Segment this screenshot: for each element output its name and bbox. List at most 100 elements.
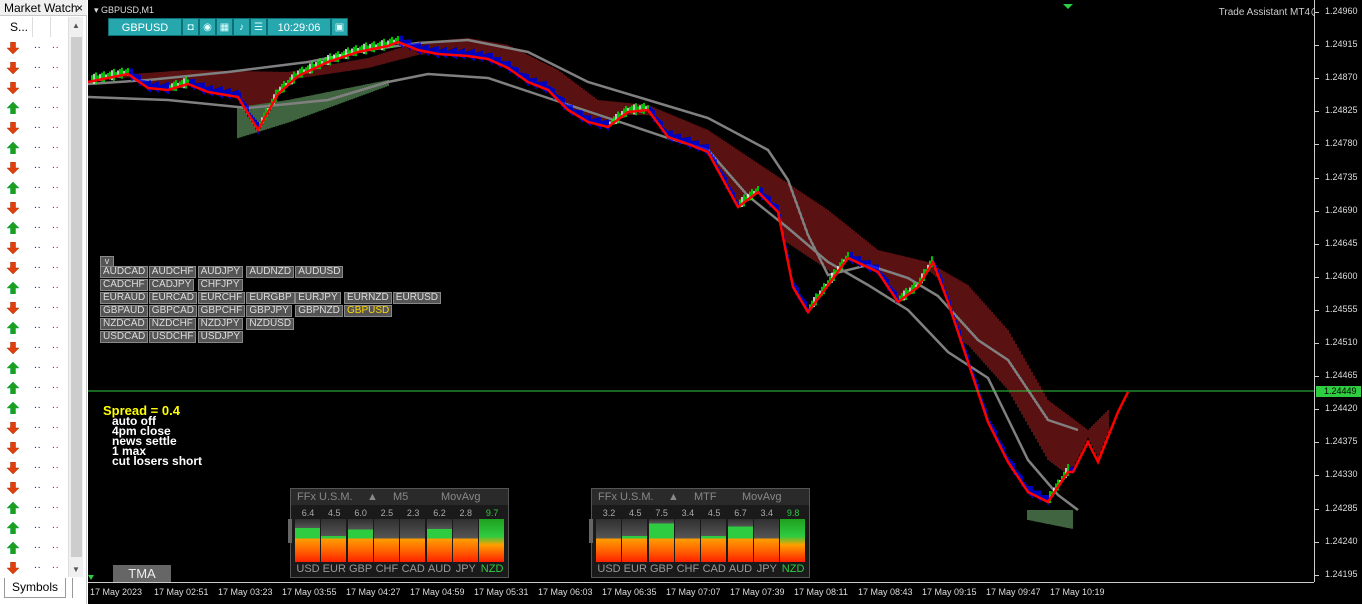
time-label: 17 May 03:23 bbox=[218, 587, 273, 597]
panel-grip[interactable] bbox=[288, 519, 292, 543]
arrow-up-icon bbox=[7, 502, 19, 514]
market-watch-row[interactable]: .... bbox=[0, 38, 68, 58]
market-watch-row[interactable]: .... bbox=[0, 258, 68, 278]
list-icon[interactable]: ☰ bbox=[250, 18, 267, 36]
bell-icon[interactable]: ♪ bbox=[233, 18, 250, 36]
pair-button-cadchf[interactable]: CADCHF bbox=[100, 279, 148, 291]
market-watch-row[interactable]: .... bbox=[0, 298, 68, 318]
strength-bar bbox=[347, 519, 373, 562]
market-watch-row[interactable]: .... bbox=[0, 318, 68, 338]
pair-button-eurjpy[interactable]: EURJPY bbox=[295, 292, 341, 304]
market-watch-row[interactable]: .... bbox=[0, 378, 68, 398]
pair-button-gbpcad[interactable]: GBPCAD bbox=[148, 305, 198, 317]
strength-value: 3.2 bbox=[602, 508, 616, 518]
strength-value: 3.4 bbox=[681, 508, 695, 518]
bid-value: .. bbox=[34, 100, 42, 111]
pair-button-usdjpy[interactable]: USDJPY bbox=[197, 331, 244, 343]
market-watch-row[interactable]: .... bbox=[0, 398, 68, 418]
market-watch-header[interactable]: S... bbox=[0, 17, 68, 37]
time-label: 17 May 04:59 bbox=[410, 587, 465, 597]
pair-button-gbpusd[interactable]: GBPUSD bbox=[344, 305, 393, 317]
camera-icon[interactable]: ◘ bbox=[182, 18, 199, 36]
market-watch-row[interactable]: .... bbox=[0, 278, 68, 298]
scroll-down-icon[interactable]: ▼ bbox=[72, 565, 80, 574]
vertical-scrollbar[interactable]: ▲ ▼ bbox=[68, 17, 83, 577]
pair-button-nzdusd[interactable]: NZDUSD bbox=[246, 318, 295, 330]
market-watch-row[interactable]: .... bbox=[0, 118, 68, 138]
pair-button-chfjpy[interactable]: CHFJPY bbox=[197, 279, 243, 291]
pair-button-cadjpy[interactable]: CADJPY bbox=[148, 279, 195, 291]
pair-button-eurusd[interactable]: EURUSD bbox=[392, 292, 442, 304]
market-watch-row[interactable]: .... bbox=[0, 418, 68, 438]
tab-symbols[interactable]: Symbols bbox=[4, 578, 66, 598]
chart-window[interactable]: ▾ GBPUSD,M1 GBPUSD ◘ ◉ ▦ ♪ ☰ 10:29:06 ▣ … bbox=[88, 0, 1362, 604]
market-watch-row[interactable]: .... bbox=[0, 518, 68, 538]
calendar-icon[interactable]: ▦ bbox=[216, 18, 233, 36]
pair-button-audchf[interactable]: AUDCHF bbox=[148, 266, 197, 278]
pair-button-gbpchf[interactable]: GBPCHF bbox=[197, 305, 246, 317]
price-tick bbox=[1315, 475, 1319, 477]
market-watch-row[interactable]: .... bbox=[0, 78, 68, 98]
ask-value: .. bbox=[52, 460, 60, 471]
panel-header-cell: MovAvg bbox=[441, 491, 481, 503]
price-axis[interactable]: 1.24449 1.24960 1.24915 1.24870 1.24825 1.24… bbox=[1314, 0, 1362, 582]
bid-value: .. bbox=[34, 360, 42, 371]
pair-button-nzdchf[interactable]: NZDCHF bbox=[148, 318, 196, 330]
pair-button-audusd[interactable]: AUDUSD bbox=[295, 266, 344, 278]
market-watch-row[interactable]: .... bbox=[0, 138, 68, 158]
market-watch-row[interactable]: .... bbox=[0, 498, 68, 518]
pair-button-usdcad[interactable]: USDCAD bbox=[100, 331, 149, 343]
eye-icon[interactable]: ◉ bbox=[199, 18, 216, 36]
arrow-down-icon bbox=[7, 242, 19, 254]
market-watch-panel: Market Watch × S... ....................… bbox=[0, 0, 87, 604]
market-watch-row[interactable]: .... bbox=[0, 238, 68, 258]
pair-button-audjpy[interactable]: AUDJPY bbox=[197, 266, 244, 278]
market-watch-row[interactable]: .... bbox=[0, 478, 68, 498]
pair-button-eurchf[interactable]: EURCHF bbox=[197, 292, 246, 304]
market-watch-row[interactable]: .... bbox=[0, 218, 68, 238]
arrow-up-icon bbox=[7, 542, 19, 554]
scroll-up-icon[interactable]: ▲ bbox=[72, 21, 80, 30]
pair-button-usdchf[interactable]: USDCHF bbox=[148, 331, 197, 343]
pair-button-gbpnzd[interactable]: GBPNZD bbox=[295, 305, 343, 317]
pair-button-eurcad[interactable]: EURCAD bbox=[148, 292, 198, 304]
market-watch-row[interactable]: .... bbox=[0, 458, 68, 478]
pair-button-eurnzd[interactable]: EURNZD bbox=[344, 292, 392, 304]
market-watch-row[interactable]: .... bbox=[0, 338, 68, 358]
arrow-down-icon bbox=[7, 302, 19, 314]
time-axis[interactable]: 17 May 2023 17 May 02:51 17 May 03:23 17 Ma… bbox=[88, 582, 1314, 604]
market-watch-title[interactable]: Market Watch × bbox=[0, 0, 87, 16]
scrollbar-thumb[interactable] bbox=[71, 37, 82, 557]
market-watch-row[interactable]: .... bbox=[0, 98, 68, 118]
window-icon[interactable]: ▣ bbox=[331, 18, 348, 36]
pair-button-audcad[interactable]: AUDCAD bbox=[100, 266, 149, 278]
pair-button-audnzd[interactable]: AUDNZD bbox=[246, 266, 295, 278]
market-watch-row[interactable]: .... bbox=[0, 158, 68, 178]
panel-grip[interactable] bbox=[589, 519, 593, 543]
pair-button-euraud[interactable]: EURAUD bbox=[100, 292, 149, 304]
pair-button-gbpaud[interactable]: GBPAUD bbox=[100, 305, 148, 317]
price-tick bbox=[1315, 177, 1319, 179]
market-watch-row[interactable]: .... bbox=[0, 178, 68, 198]
column-symbol[interactable]: S... bbox=[10, 20, 28, 34]
arrow-up-icon bbox=[7, 362, 19, 374]
market-watch-row[interactable]: .... bbox=[0, 358, 68, 378]
bid-value: .. bbox=[34, 520, 42, 531]
strength-value: 2.5 bbox=[380, 508, 394, 518]
ask-value: .. bbox=[52, 480, 60, 491]
symbol-selector[interactable]: GBPUSD bbox=[108, 18, 182, 36]
pair-button-nzdcad[interactable]: NZDCAD bbox=[100, 318, 148, 330]
pair-button-nzdjpy[interactable]: NZDJPY bbox=[197, 318, 243, 330]
tma-button[interactable]: TMA bbox=[113, 565, 171, 582]
market-watch-row[interactable]: .... bbox=[0, 58, 68, 78]
market-watch-row[interactable]: .... bbox=[0, 558, 68, 578]
pair-button-eurgbp[interactable]: EURGBP bbox=[246, 292, 295, 304]
market-watch-row[interactable]: .... bbox=[0, 198, 68, 218]
close-icon[interactable]: × bbox=[76, 0, 83, 16]
arrow-down-icon bbox=[7, 442, 19, 454]
market-watch-row[interactable]: .... bbox=[0, 438, 68, 458]
market-watch-row[interactable]: .... bbox=[0, 538, 68, 558]
pair-toggle-button[interactable]: v bbox=[100, 256, 114, 267]
pair-button-gbpjpy[interactable]: GBPJPY bbox=[246, 305, 292, 317]
strength-value: 9.8 bbox=[786, 508, 800, 518]
